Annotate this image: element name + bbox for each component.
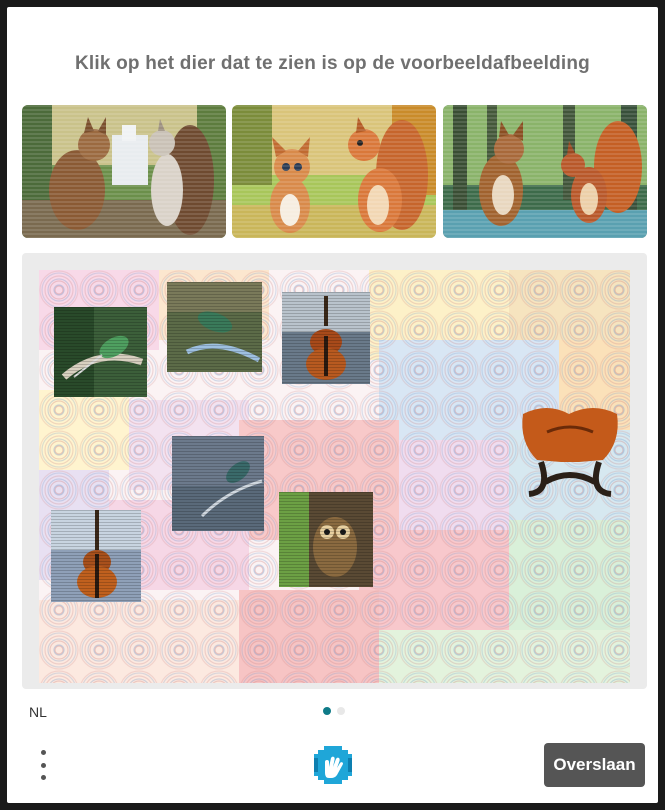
example-image-2 xyxy=(232,105,436,238)
page-indicator xyxy=(323,707,345,715)
example-images xyxy=(22,105,647,238)
tile-violin-3[interactable] xyxy=(51,510,141,602)
menu-icon[interactable] xyxy=(35,747,51,783)
example-image-1 xyxy=(22,105,226,238)
page-dot-1 xyxy=(323,707,331,715)
tile-hummingbird-2[interactable] xyxy=(167,282,262,372)
example-image-3 xyxy=(443,105,647,238)
tile-violin-1[interactable] xyxy=(282,292,370,384)
challenge-prompt: Klik op het dier dat te zien is op de vo… xyxy=(75,53,590,74)
skip-button[interactable]: Overslaan xyxy=(544,743,645,787)
challenge-canvas[interactable] xyxy=(39,270,630,683)
tile-hummingbird-3[interactable] xyxy=(172,436,264,531)
captcha-frame: Klik op het dier dat te zien is op de vo… xyxy=(7,7,658,803)
page-dot-2 xyxy=(337,707,345,715)
tile-hummingbird-1[interactable] xyxy=(54,307,147,397)
tile-owl[interactable] xyxy=(279,492,373,587)
hcaptcha-logo-icon[interactable] xyxy=(312,744,354,786)
challenge-canvas-area xyxy=(22,253,647,689)
language-selector[interactable]: NL xyxy=(29,704,47,720)
